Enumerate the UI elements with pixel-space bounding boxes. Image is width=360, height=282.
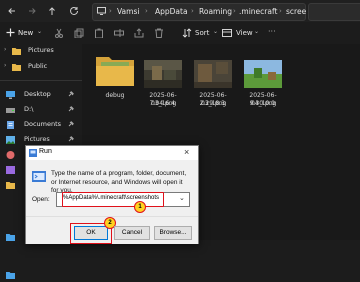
command-bar: New ⌄ Sort ⌄ View ⌄ ··· bbox=[0, 22, 360, 45]
back-arrow-icon[interactable] bbox=[6, 5, 18, 17]
cut-icon[interactable] bbox=[54, 28, 64, 38]
refresh-icon[interactable] bbox=[68, 5, 80, 17]
drive-icon bbox=[6, 106, 15, 114]
new-button[interactable]: New bbox=[18, 29, 33, 37]
chevron-down-icon[interactable]: ⌄ bbox=[179, 194, 185, 202]
copy-icon[interactable] bbox=[74, 28, 84, 38]
share-icon[interactable] bbox=[134, 28, 144, 38]
file-item-screenshot-3[interactable]: 2025-06-04_10.0 9.30.png bbox=[240, 52, 286, 112]
run-app-icon bbox=[29, 149, 37, 157]
delete-icon[interactable] bbox=[154, 28, 164, 38]
pin-icon[interactable] bbox=[68, 91, 74, 97]
breadcrumb-separator: › bbox=[109, 7, 112, 15]
step-badge-1: 1 bbox=[134, 201, 146, 213]
breadcrumb-separator: › bbox=[233, 7, 236, 15]
file-item-debug[interactable]: debug bbox=[94, 52, 136, 112]
chevron-down-icon[interactable]: ⌄ bbox=[37, 28, 42, 35]
close-icon[interactable]: × bbox=[184, 147, 189, 157]
forward-arrow-icon[interactable] bbox=[26, 5, 38, 17]
view-icon[interactable] bbox=[222, 28, 232, 38]
pin-icon[interactable] bbox=[68, 106, 74, 112]
documents-icon bbox=[6, 121, 15, 129]
search-box[interactable] bbox=[308, 3, 360, 21]
chevron-right-icon[interactable]: › bbox=[4, 62, 6, 69]
pin-icon[interactable] bbox=[68, 136, 74, 142]
file-name-line-2: 9.30.png bbox=[249, 100, 277, 107]
open-label: Open: bbox=[32, 196, 50, 203]
breadcrumb-screenshots[interactable]: screenshots bbox=[286, 7, 306, 16]
cancel-button[interactable]: Cancel bbox=[114, 226, 150, 240]
breadcrumb-vamsi[interactable]: Vamsi bbox=[117, 7, 139, 16]
breadcrumb-separator: › bbox=[145, 7, 148, 15]
dialog-title: Run bbox=[39, 148, 52, 155]
highlight-box-input bbox=[62, 192, 164, 207]
sort-button[interactable]: Sort bbox=[195, 29, 209, 37]
folder-icon bbox=[12, 63, 21, 71]
file-name-line-2: 2.29.png bbox=[199, 100, 227, 107]
rename-icon[interactable] bbox=[114, 28, 124, 38]
desktop-icon bbox=[6, 91, 15, 99]
breadcrumb-separator: › bbox=[191, 7, 194, 15]
run-dialog: Run × Type the name of a program, folder… bbox=[25, 145, 199, 244]
image-thumbnail bbox=[194, 60, 232, 88]
breadcrumb-separator: › bbox=[279, 7, 282, 15]
more-options-icon[interactable]: ··· bbox=[268, 27, 276, 36]
up-arrow-icon[interactable] bbox=[46, 5, 58, 17]
new-plus-icon[interactable] bbox=[6, 28, 15, 37]
sidebar-item-network[interactable] bbox=[6, 270, 82, 282]
folder-icon bbox=[12, 47, 21, 55]
breadcrumb-roaming[interactable]: Roaming bbox=[199, 7, 232, 16]
address-bar[interactable]: › Vamsi › AppData › Roaming › .minecraft… bbox=[92, 3, 306, 21]
breadcrumb-appdata[interactable]: AppData bbox=[155, 7, 188, 16]
chevron-right-icon[interactable]: › bbox=[4, 46, 6, 53]
file-name: debug bbox=[105, 92, 125, 99]
image-thumbnail bbox=[244, 60, 282, 88]
pictures-icon bbox=[6, 136, 15, 144]
music-icon bbox=[6, 151, 15, 159]
title-address-bar: › Vamsi › AppData › Roaming › .minecraft… bbox=[0, 0, 360, 22]
file-name-line-2: 7.04.png bbox=[149, 100, 177, 107]
view-button[interactable]: View bbox=[236, 29, 253, 37]
sidebar-item-pictures-top[interactable]: › Pictures bbox=[4, 46, 82, 58]
sort-icon[interactable] bbox=[182, 28, 192, 38]
divider bbox=[0, 80, 82, 81]
folder-icon bbox=[96, 54, 134, 86]
file-item-screenshot-1[interactable]: 2025-06-03_16.4 7.04.png bbox=[140, 52, 186, 112]
folder-icon bbox=[6, 181, 15, 189]
monitor-icon bbox=[97, 7, 106, 15]
run-program-icon bbox=[32, 170, 46, 184]
paste-icon[interactable] bbox=[94, 28, 104, 38]
image-thumbnail bbox=[144, 60, 182, 88]
chevron-down-icon[interactable]: ⌄ bbox=[213, 28, 218, 35]
sidebar-item-public[interactable]: › Public bbox=[4, 62, 82, 74]
folder-icon bbox=[6, 271, 15, 279]
video-icon bbox=[6, 166, 15, 174]
chevron-down-icon[interactable]: ⌄ bbox=[254, 28, 259, 35]
dialog-titlebar[interactable]: Run × bbox=[26, 146, 198, 160]
pin-icon[interactable] bbox=[68, 121, 74, 127]
file-item-screenshot-2[interactable]: 2025-06-03_18.3 2.29.png bbox=[190, 52, 236, 112]
breadcrumb-minecraft[interactable]: .minecraft bbox=[239, 7, 277, 16]
browse-button[interactable]: Browse... bbox=[154, 226, 192, 240]
